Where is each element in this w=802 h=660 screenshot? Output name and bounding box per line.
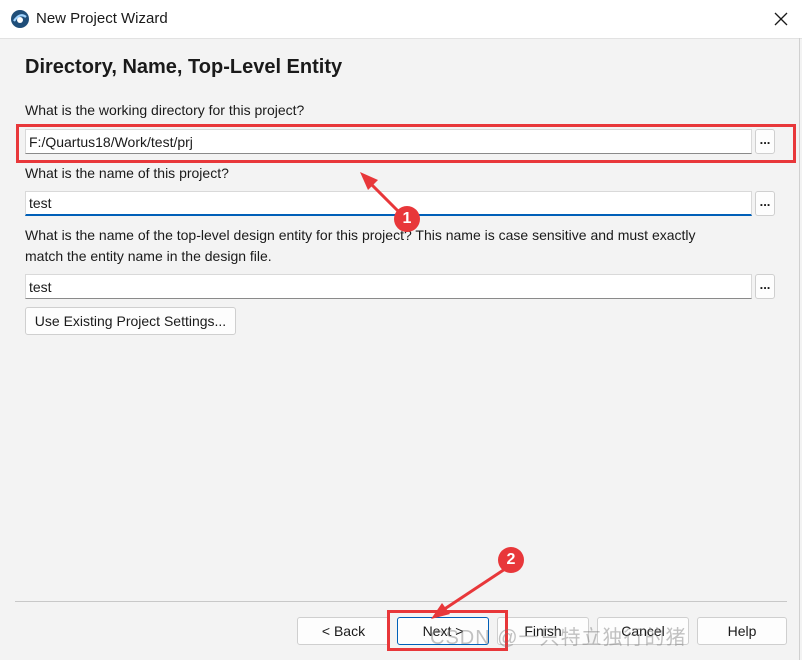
cancel-button[interactable]: Cancel [597,617,689,645]
project-name-browse-button[interactable]: ... [755,191,775,216]
directory-input[interactable] [25,129,752,154]
title-bar: New Project Wizard [0,0,802,38]
annotation-marker-1: 1 [394,206,420,232]
project-name-label: What is the name of this project? [25,165,229,181]
top-entity-input[interactable] [25,274,752,299]
top-entity-label-line1: What is the name of the top-level design… [25,227,696,243]
back-button[interactable]: < Back [297,617,390,645]
finish-button[interactable]: Finish [497,617,589,645]
page-title: Directory, Name, Top-Level Entity [25,56,343,78]
help-button[interactable]: Help [697,617,787,645]
use-existing-settings-button[interactable]: Use Existing Project Settings... [25,307,236,335]
project-name-input[interactable] [25,191,752,216]
next-button[interactable]: Next > [397,617,489,645]
annotation-marker-2: 2 [498,547,524,573]
top-entity-label-line2: match the entity name in the design file… [25,248,272,264]
close-button[interactable] [760,0,802,38]
quartus-app-icon [11,10,29,28]
scrollbar-track[interactable] [799,38,800,660]
directory-label: What is the working directory for this p… [25,102,305,118]
top-entity-browse-button[interactable]: ... [755,274,775,299]
directory-browse-button[interactable]: ... [755,129,775,154]
close-icon [774,12,788,26]
footer-separator [15,601,787,602]
window-title: New Project Wizard [36,10,168,27]
